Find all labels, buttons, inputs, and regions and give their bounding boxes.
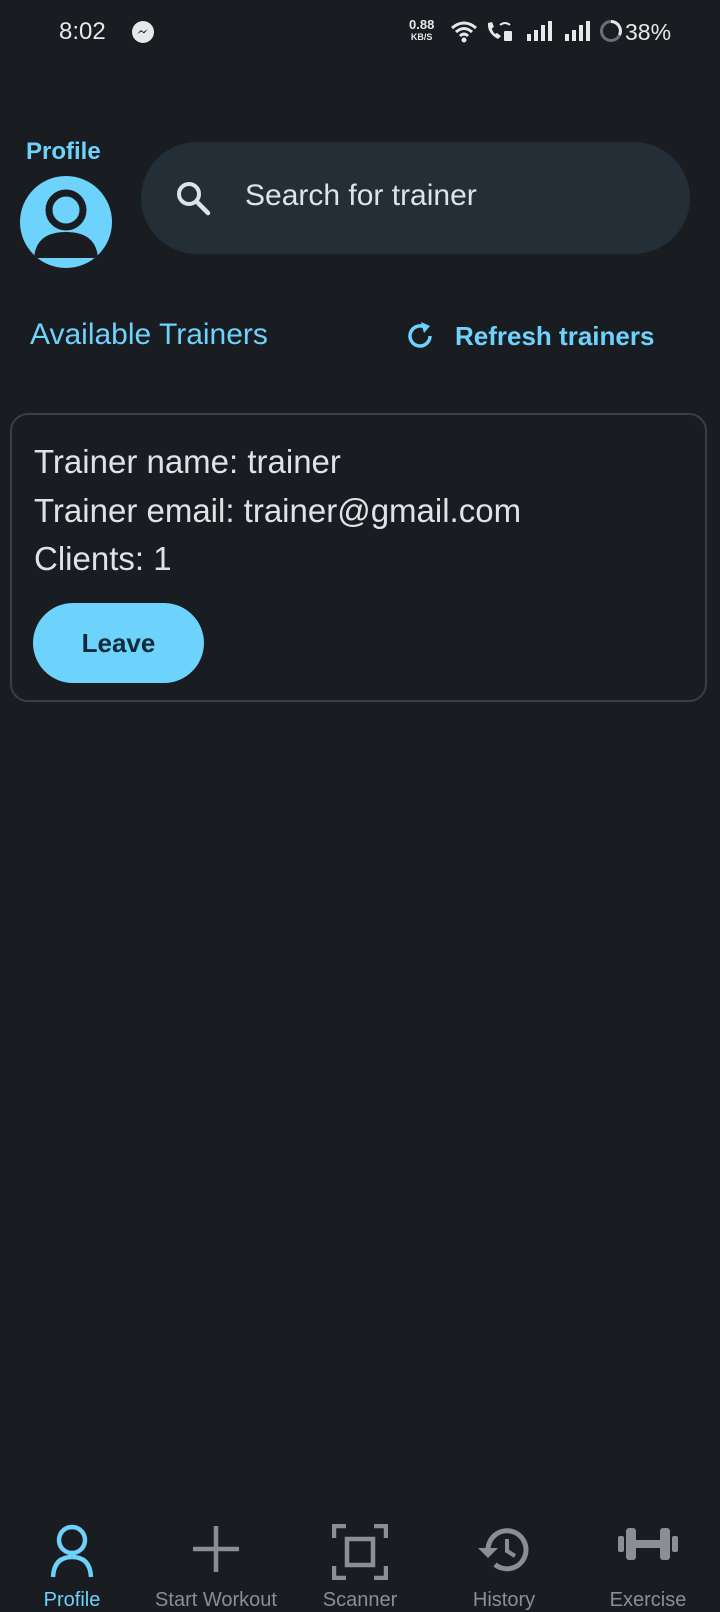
status-time: 8:02 xyxy=(59,18,106,45)
section-title: Available Trainers xyxy=(30,318,268,351)
net-speed-value: 0.88 xyxy=(409,17,435,32)
scanner-icon xyxy=(332,1524,388,1580)
nav-item-scanner[interactable]: Scanner xyxy=(288,1510,432,1612)
net-speed: 0.88 KB/S xyxy=(409,17,435,43)
trainer-email: Trainer email: trainer@gmail.com xyxy=(34,492,522,529)
signal-icon xyxy=(527,21,552,41)
nav-label-history: History xyxy=(472,1589,536,1611)
plus-icon xyxy=(193,1526,239,1572)
profile-avatar[interactable] xyxy=(20,176,112,268)
search-bar[interactable]: Search for trainer xyxy=(141,142,690,254)
refresh-trainers-label: Refresh trainers xyxy=(455,320,655,351)
wifi-icon xyxy=(451,21,477,43)
history-icon xyxy=(478,1528,529,1572)
status-bar: 8:02 0.88 KB/S 38% xyxy=(0,0,720,66)
leave-button[interactable]: Leave xyxy=(33,603,204,683)
nav-item-profile[interactable]: Profile xyxy=(0,1510,144,1612)
battery-percent: 38% xyxy=(625,19,672,45)
nav-label-scanner: Scanner xyxy=(322,1589,398,1611)
nav-item-history[interactable]: History xyxy=(432,1510,576,1612)
nav-label-start-workout: Start Workout xyxy=(155,1589,277,1611)
bottom-navigation: Profile Start Workout Scanner History Ex… xyxy=(0,1510,720,1612)
refresh-trainers-button[interactable]: Refresh trainers xyxy=(403,314,654,358)
nav-label-exercise: Exercise xyxy=(609,1589,687,1611)
net-speed-unit: KB/S xyxy=(410,32,433,42)
search-input[interactable]: Search for trainer xyxy=(245,179,477,213)
profile-label[interactable]: Profile xyxy=(26,138,101,166)
search-icon xyxy=(177,182,211,216)
nav-label-profile: Profile xyxy=(43,1589,101,1611)
person-icon xyxy=(50,1524,94,1578)
trainer-clients: Clients: 1 xyxy=(34,540,172,577)
trainer-card: Trainer name: trainer Trainer email: tra… xyxy=(10,413,707,702)
dumbbell-icon xyxy=(618,1528,678,1560)
battery-icon xyxy=(600,20,622,42)
person-icon xyxy=(34,189,98,258)
signal-icon xyxy=(565,21,590,41)
refresh-icon xyxy=(408,322,432,348)
messenger-icon xyxy=(132,21,154,43)
wifi-calling-icon xyxy=(487,22,512,41)
trainer-name: Trainer name: trainer xyxy=(34,443,341,480)
nav-item-exercise[interactable]: Exercise xyxy=(576,1510,720,1612)
nav-item-start-workout[interactable]: Start Workout xyxy=(144,1510,288,1612)
